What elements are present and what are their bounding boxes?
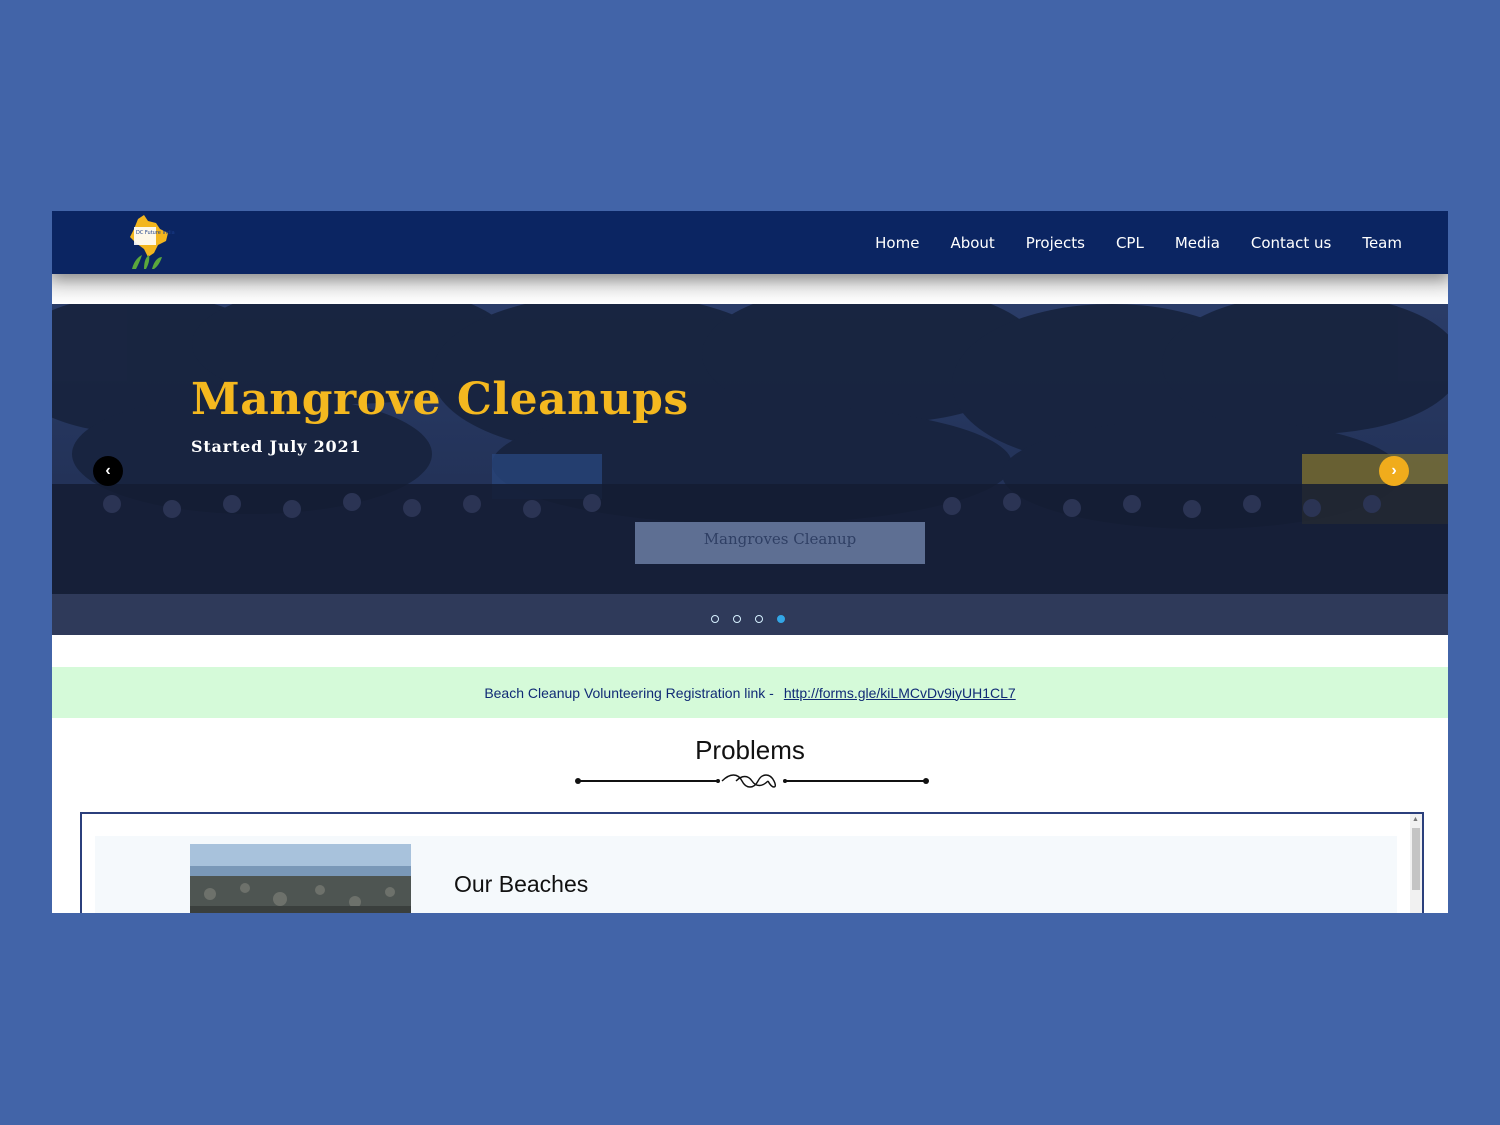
registration-banner: Beach Cleanup Volunteering Registration … — [52, 667, 1448, 718]
nav-about[interactable]: About — [950, 234, 994, 252]
beach-image — [190, 844, 411, 913]
nav-cpl[interactable]: CPL — [1116, 234, 1144, 252]
logo-text: DC Future India — [136, 230, 175, 236]
nav-projects[interactable]: Projects — [1026, 234, 1085, 252]
nav-contact-us[interactable]: Contact us — [1251, 234, 1331, 252]
carousel-dot-active[interactable] — [777, 615, 785, 623]
browser-page: DC Future India Home About Projects CPL … — [52, 211, 1448, 913]
nav-team[interactable]: Team — [1362, 234, 1402, 252]
carousel-next-button[interactable]: › — [1379, 456, 1409, 486]
scrollbar-thumb[interactable] — [1412, 828, 1420, 890]
carousel-prev-button[interactable]: ‹ — [93, 456, 123, 486]
registration-label: Beach Cleanup Volunteering Registration … — [484, 684, 774, 701]
scroll-up-icon[interactable]: ▲ — [1412, 816, 1419, 823]
navbar: DC Future India Home About Projects CPL … — [52, 211, 1448, 274]
hero-title: Mangrove Cleanups — [191, 374, 689, 425]
logo[interactable]: DC Future India — [122, 213, 176, 271]
carousel-dot[interactable] — [711, 615, 719, 623]
problem-card: Our Beaches — [95, 836, 1397, 913]
chevron-right-icon: › — [1391, 462, 1397, 479]
problems-panel: Our Beaches ▲ — [80, 812, 1424, 913]
ornamental-divider — [575, 774, 929, 788]
nav-media[interactable]: Media — [1175, 234, 1220, 252]
hero-carousel: Mangroves Cleanup Mangrove Cleanups Star… — [52, 304, 1448, 635]
chevron-left-icon: ‹ — [105, 462, 111, 479]
section-title: Problems — [695, 735, 805, 765]
carousel-dot[interactable] — [733, 615, 741, 623]
nav-menu: Home About Projects CPL Media Contact us… — [844, 211, 1402, 274]
panel-scrollbar[interactable]: ▲ — [1410, 814, 1422, 913]
carousel-indicators — [711, 615, 799, 623]
nav-home[interactable]: Home — [875, 234, 919, 252]
hero-background-image: Mangroves Cleanup — [52, 304, 1448, 635]
registration-link[interactable]: http://forms.gle/kiLMCvDv9iyUH1CL7 — [784, 685, 1016, 701]
hero-subtitle: Started July 2021 — [191, 437, 362, 456]
card-title: Our Beaches — [454, 871, 589, 897]
nav-shadow — [52, 274, 1448, 304]
banner-text: Mangroves Cleanup — [704, 530, 857, 548]
carousel-dot[interactable] — [755, 615, 763, 623]
